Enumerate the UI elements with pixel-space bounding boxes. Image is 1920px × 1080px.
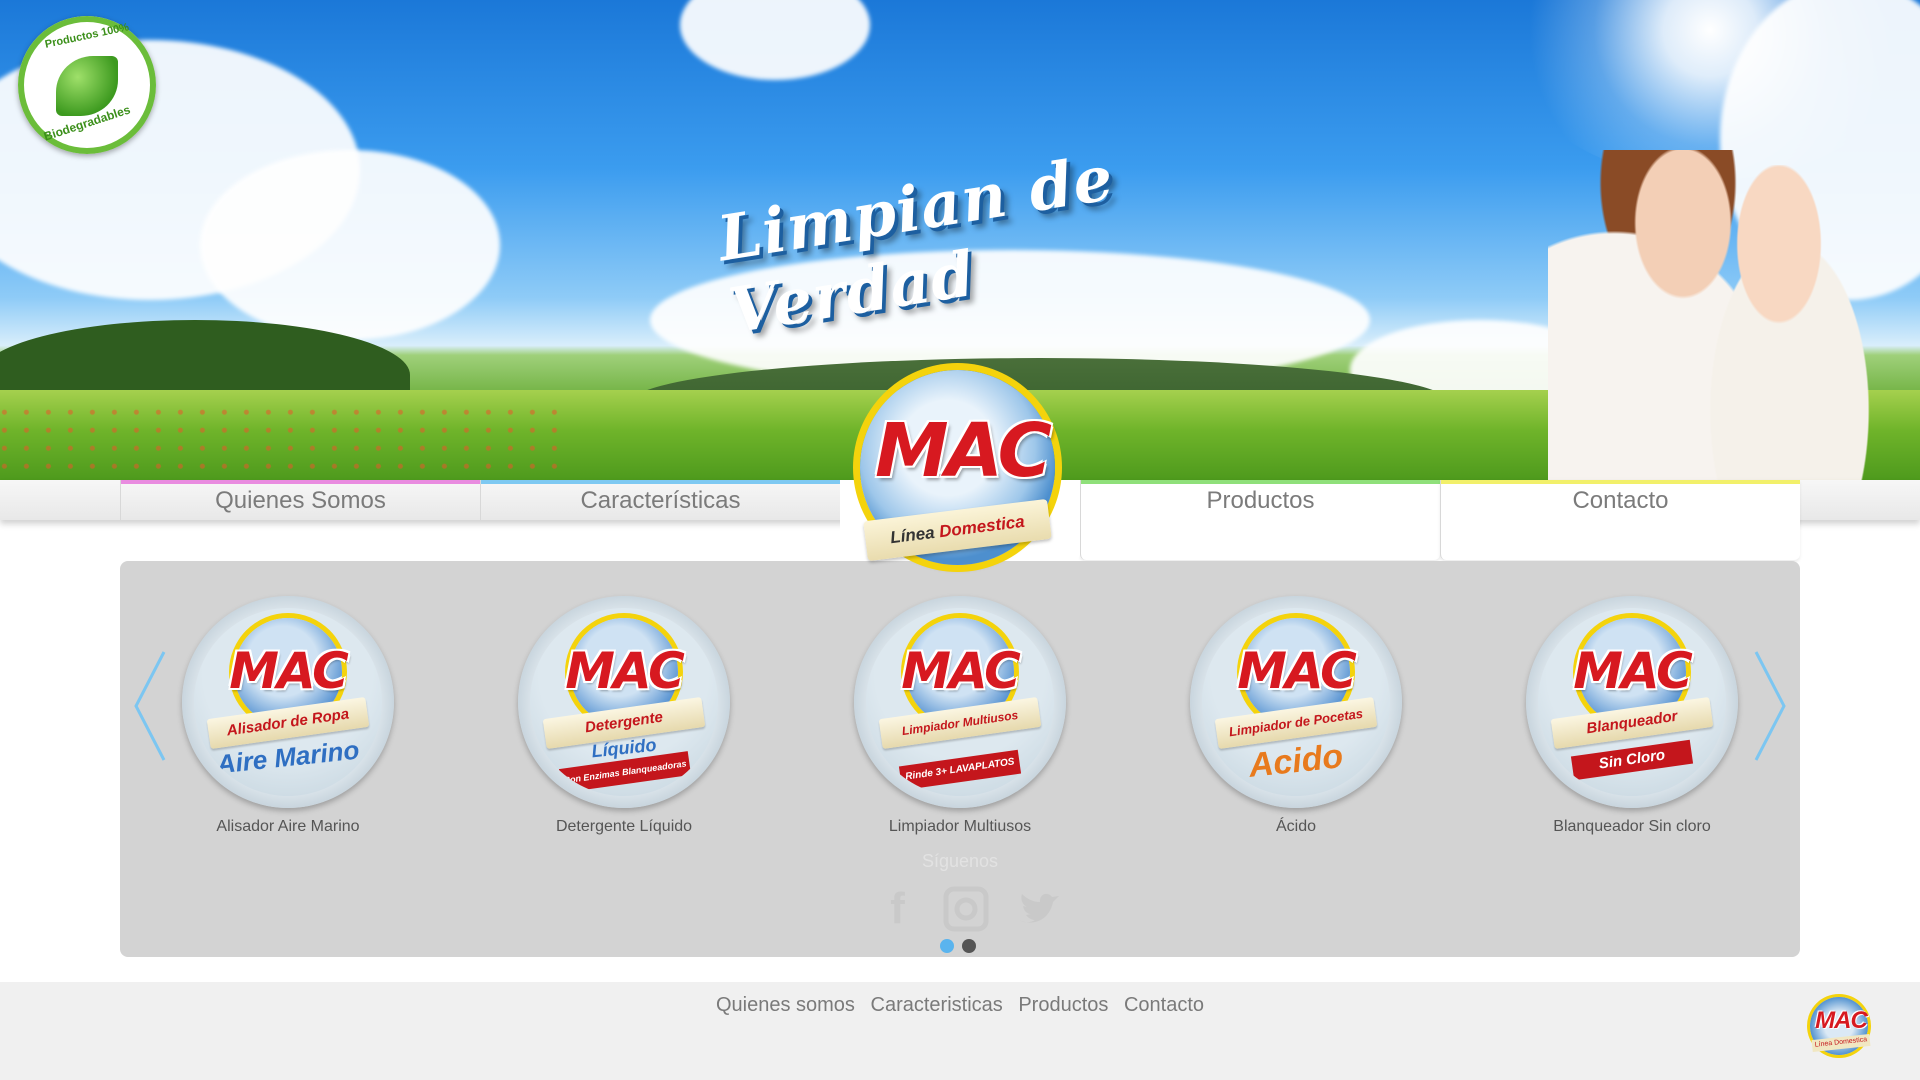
badge-top-text: Productos 100% [43, 21, 131, 51]
product-label: Limpiador Multiusos [888, 818, 1032, 835]
nav-label: Quienes Somos [215, 487, 386, 514]
baby-photo [1695, 165, 1905, 480]
ribbon-prefix: Línea [889, 522, 936, 548]
pagination-dot[interactable] [962, 939, 976, 953]
carousel-next-arrow[interactable] [1750, 646, 1790, 766]
instagram-icon[interactable] [938, 881, 993, 936]
footer-link-contacto[interactable]: Contacto [1124, 994, 1204, 1016]
cloud [680, 0, 870, 80]
social-title: Síguenos [921, 851, 999, 871]
product-image: MAC Limpiador Multiusos Rinde 3+ LAVAPLA… [854, 596, 1066, 808]
mac-logo-text: MAC [229, 642, 349, 700]
nav-label: Contacto [1572, 487, 1669, 514]
product-card[interactable]: MAC Blanqueador Sin Cloro Blanqueador Si… [1522, 596, 1742, 836]
mac-logo-text: MAC [1237, 642, 1357, 700]
carousel-prev-arrow[interactable] [130, 646, 170, 766]
product-band: Sin Cloro [1570, 739, 1694, 781]
product-band: Rinde 3+ LAVAPLATOS [898, 749, 1022, 791]
nav-contacto[interactable]: Contacto [1440, 480, 1800, 560]
logo-text: MAC [875, 408, 1052, 494]
product-card[interactable]: MAC Limpiador de Pocetas Acido Ácido [1186, 596, 1406, 836]
pagination-dot-active[interactable] [940, 939, 954, 953]
chevron-right-icon [1754, 651, 1786, 761]
product-label: Ácido [1275, 818, 1317, 835]
mac-brand-logo[interactable]: MAC Línea Domestica [855, 370, 1060, 575]
footer-ribbon-prefix: Línea [1814, 1039, 1833, 1049]
nav-label: Productos [1206, 487, 1315, 514]
nav-label: Características [580, 487, 741, 514]
product-card[interactable]: MAC Detergente Líquido Con Enzimas Blanq… [514, 596, 734, 836]
footer-link-quienes-somos[interactable]: Quienes somos [716, 994, 855, 1016]
product-card[interactable]: MAC Limpiador Multiusos Rinde 3+ LAVAPLA… [850, 596, 1070, 836]
footer-mac-logo[interactable]: MAC Línea Domestica [1810, 997, 1872, 1059]
twitter-icon[interactable] [1010, 881, 1065, 936]
product-label: Alisador Aire Marino [216, 818, 360, 835]
tab-accent [1441, 480, 1800, 484]
product-image: MAC Limpiador de Pocetas Acido [1190, 596, 1402, 808]
product-image: MAC Blanqueador Sin Cloro [1526, 596, 1738, 808]
social-links: f [870, 881, 1070, 941]
footer: Quienes somos Caracteristicas Productos … [0, 982, 1920, 1080]
footer-link-caracteristicas[interactable]: Caracteristicas [871, 994, 1003, 1016]
tab-accent [121, 480, 480, 484]
leaf-icon [56, 56, 118, 116]
product-image: MAC Detergente Líquido Con Enzimas Blanq… [518, 596, 730, 808]
tab-accent [481, 480, 840, 484]
footer-link-productos[interactable]: Productos [1018, 994, 1108, 1016]
mac-logo-text: MAC [565, 642, 685, 700]
footer-ribbon-suffix: Domestica [1833, 1036, 1868, 1047]
nav-productos[interactable]: Productos [1080, 480, 1440, 560]
product-label: Detergente Líquido [555, 818, 693, 835]
product-card[interactable]: MAC Alisador de Ropa Aire Marino Alisado… [178, 596, 398, 836]
tab-accent [1081, 480, 1440, 484]
mac-logo-text: MAC [1573, 642, 1693, 700]
biodegradable-badge: Productos 100% Biodegradables [18, 16, 156, 154]
cloud [200, 150, 500, 340]
facebook-icon[interactable]: f [870, 881, 925, 936]
chevron-left-icon [134, 651, 166, 761]
mac-logo-text: MAC [901, 642, 1021, 700]
product-image: MAC Alisador de Ropa Aire Marino [182, 596, 394, 808]
nav-caracteristicas[interactable]: Características [480, 480, 840, 520]
product-label: Blanqueador Sin cloro [1553, 818, 1711, 835]
product-carousel: MAC Alisador de Ropa Aire Marino Alisado… [120, 561, 1800, 957]
ribbon-suffix: Domestica [937, 511, 1026, 542]
carousel-pagination [940, 939, 980, 955]
footer-logo-text: MAC [1815, 1007, 1868, 1034]
nav-quienes-somos[interactable]: Quienes Somos [120, 480, 480, 520]
footer-nav: Quienes somos Caracteristicas Productos … [0, 994, 1920, 1017]
flowers [0, 405, 560, 475]
